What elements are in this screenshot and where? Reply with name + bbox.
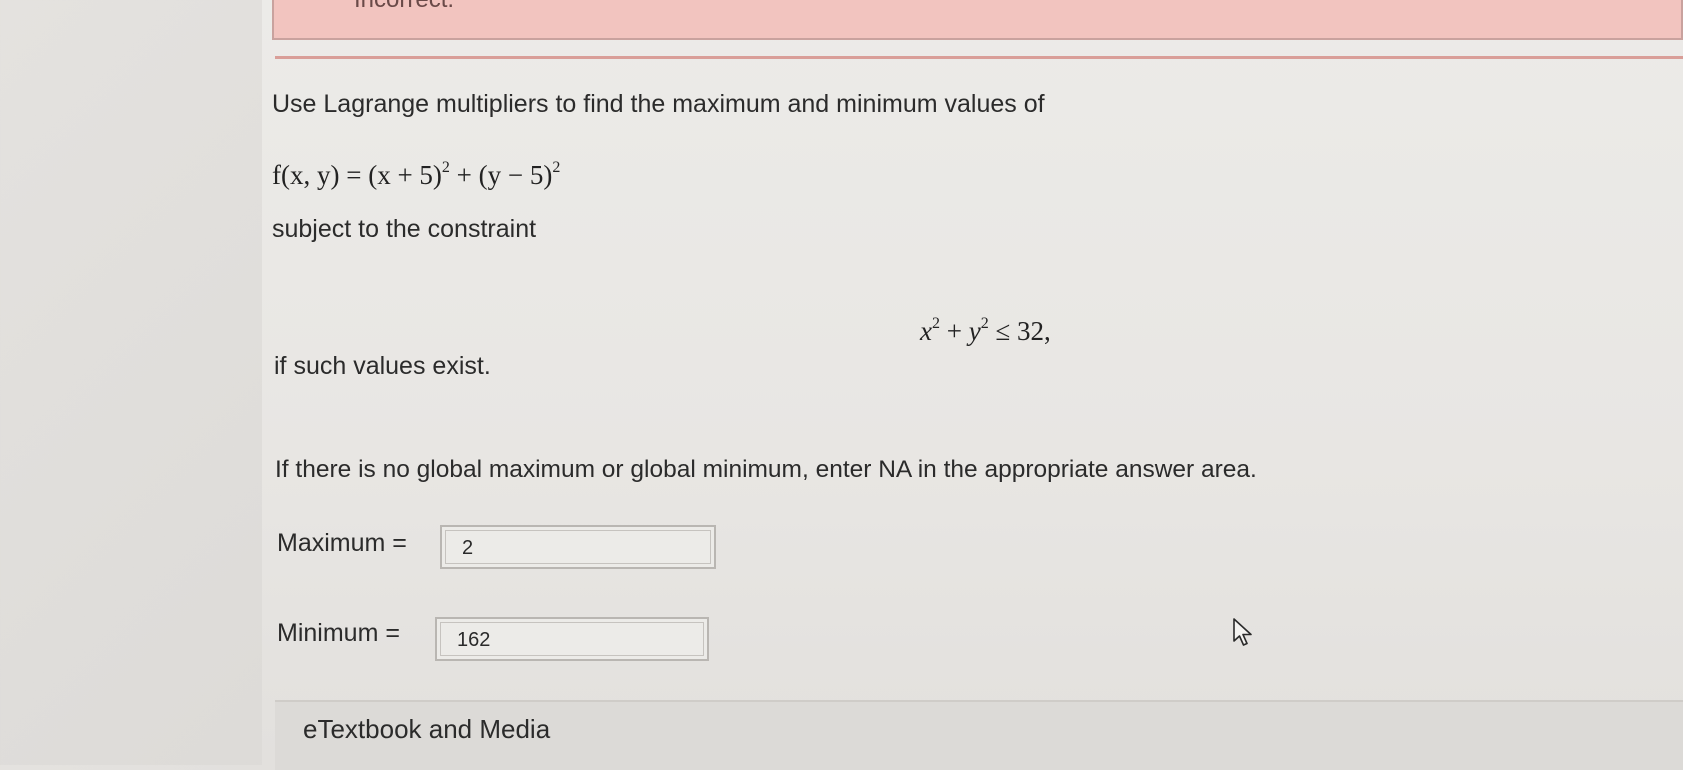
- constraint-exponent-y: 2: [980, 315, 989, 332]
- mouse-pointer-icon: [1233, 618, 1252, 646]
- function-lhs: f(x, y) = (x + 5): [272, 160, 442, 190]
- maximum-input[interactable]: 2: [440, 525, 716, 569]
- constraint-plus: +: [939, 316, 969, 346]
- function-exponent-2: 2: [552, 159, 561, 176]
- function-exponent-1: 2: [441, 159, 450, 176]
- instruction-text: If there is no global maximum or global …: [275, 456, 1257, 483]
- constraint-exponent-x: 2: [931, 315, 940, 332]
- constraint-intro: subject to the constraint: [272, 215, 537, 243]
- etextbook-media-label: eTextbook and Media: [303, 714, 551, 744]
- feedback-banner: Incorrect.: [272, 0, 1683, 40]
- question-intro: Use Lagrange multipliers to find the max…: [272, 90, 1045, 118]
- constraint-expression: x2 + y2 ≤ 32,: [920, 316, 1051, 347]
- function-expression: f(x, y) = (x + 5)2 + (y − 5)2: [272, 160, 560, 191]
- condition-text: if such values exist.: [274, 352, 491, 380]
- minimum-input[interactable]: 162: [435, 617, 709, 661]
- etextbook-media-section[interactable]: eTextbook and Media: [275, 700, 1683, 770]
- minimum-label: Minimum =: [277, 619, 400, 647]
- maximum-label: Maximum =: [277, 529, 407, 557]
- constraint-x: x: [920, 316, 932, 346]
- function-mid: + (y − 5): [449, 160, 553, 190]
- feedback-status: Incorrect.: [354, 0, 454, 14]
- constraint-rhs: ≤ 32,: [988, 316, 1051, 346]
- constraint-y: y: [968, 316, 981, 346]
- banner-divider: [275, 56, 1683, 59]
